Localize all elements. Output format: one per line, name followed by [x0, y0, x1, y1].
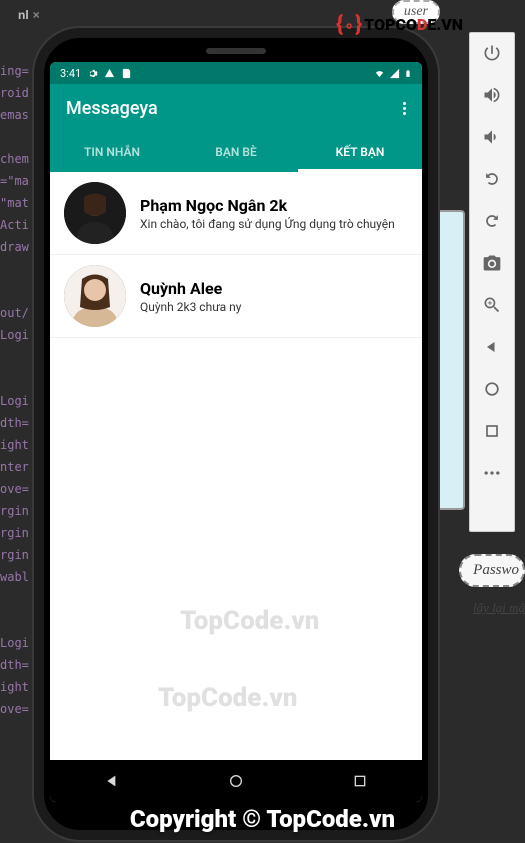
power-icon[interactable]	[480, 41, 504, 65]
content-area: Phạm Ngọc Ngân 2k Xin chào, tôi đang sử …	[50, 172, 422, 760]
tab-add-friends[interactable]: KẾT BẠN	[298, 132, 422, 172]
app-title: Messageya	[66, 98, 158, 119]
rotate-right-icon[interactable]	[480, 209, 504, 233]
more-icon[interactable]	[480, 461, 504, 485]
drive-icon	[104, 68, 115, 79]
phone-frame: 3:41 Messageya TIN	[34, 28, 438, 840]
tab-messages[interactable]: TIN NHẮN	[50, 132, 174, 172]
contact-subtitle: Xin chào, tôi đang sử dụng Ứng dụng trò …	[140, 217, 408, 231]
camera-icon[interactable]	[480, 251, 504, 275]
overflow-menu-icon[interactable]	[403, 102, 406, 115]
nav-recent-icon[interactable]	[480, 419, 504, 443]
nav-back-icon[interactable]	[104, 773, 120, 789]
copyright-watermark: Copyright © TopCode.vn	[130, 805, 395, 833]
gear-icon	[87, 68, 98, 79]
emulator-toolbar	[469, 32, 515, 532]
contact-name: Quỳnh Alee	[140, 279, 408, 298]
bg-password-field: Passwo	[459, 554, 525, 587]
contact-list: Phạm Ngọc Ngân 2k Xin chào, tôi đang sử …	[50, 172, 422, 338]
nav-back-icon[interactable]	[480, 335, 504, 359]
tab-friends[interactable]: BẠN BÈ	[174, 132, 298, 172]
wifi-icon	[374, 68, 385, 79]
watermark: TopCode.vn	[180, 606, 319, 636]
sd-icon	[121, 68, 132, 79]
avatar	[64, 265, 126, 327]
rotate-left-icon[interactable]	[480, 167, 504, 191]
signal-icon	[389, 68, 400, 79]
topcode-logo: {⚬} TOPCODE.VN	[336, 12, 463, 37]
bg-recover-link: lấy lại mậ	[473, 600, 525, 616]
contact-subtitle: Quỳnh 2k3 chưa ny	[140, 300, 408, 314]
battery-icon	[404, 68, 412, 79]
nav-home-icon[interactable]	[480, 377, 504, 401]
volume-up-icon[interactable]	[480, 83, 504, 107]
app-bar: Messageya	[50, 84, 422, 132]
list-item[interactable]: Quỳnh Alee Quỳnh 2k3 chưa ny	[50, 255, 422, 338]
nav-home-icon[interactable]	[228, 773, 244, 789]
watermark: TopCode.vn	[158, 683, 297, 713]
zoom-in-icon[interactable]	[480, 293, 504, 317]
avatar	[64, 182, 126, 244]
android-nav-bar	[50, 760, 422, 802]
nav-recent-icon[interactable]	[352, 773, 368, 789]
phone-speaker	[206, 48, 266, 54]
contact-name: Phạm Ngọc Ngân 2k	[140, 196, 408, 215]
tab-bar: TIN NHẮN BẠN BÈ KẾT BẠN	[50, 132, 422, 172]
phone-screen: 3:41 Messageya TIN	[50, 62, 422, 802]
status-bar: 3:41	[50, 62, 422, 84]
volume-down-icon[interactable]	[480, 125, 504, 149]
status-time: 3:41	[60, 67, 81, 80]
list-item[interactable]: Phạm Ngọc Ngân 2k Xin chào, tôi đang sử …	[50, 172, 422, 255]
